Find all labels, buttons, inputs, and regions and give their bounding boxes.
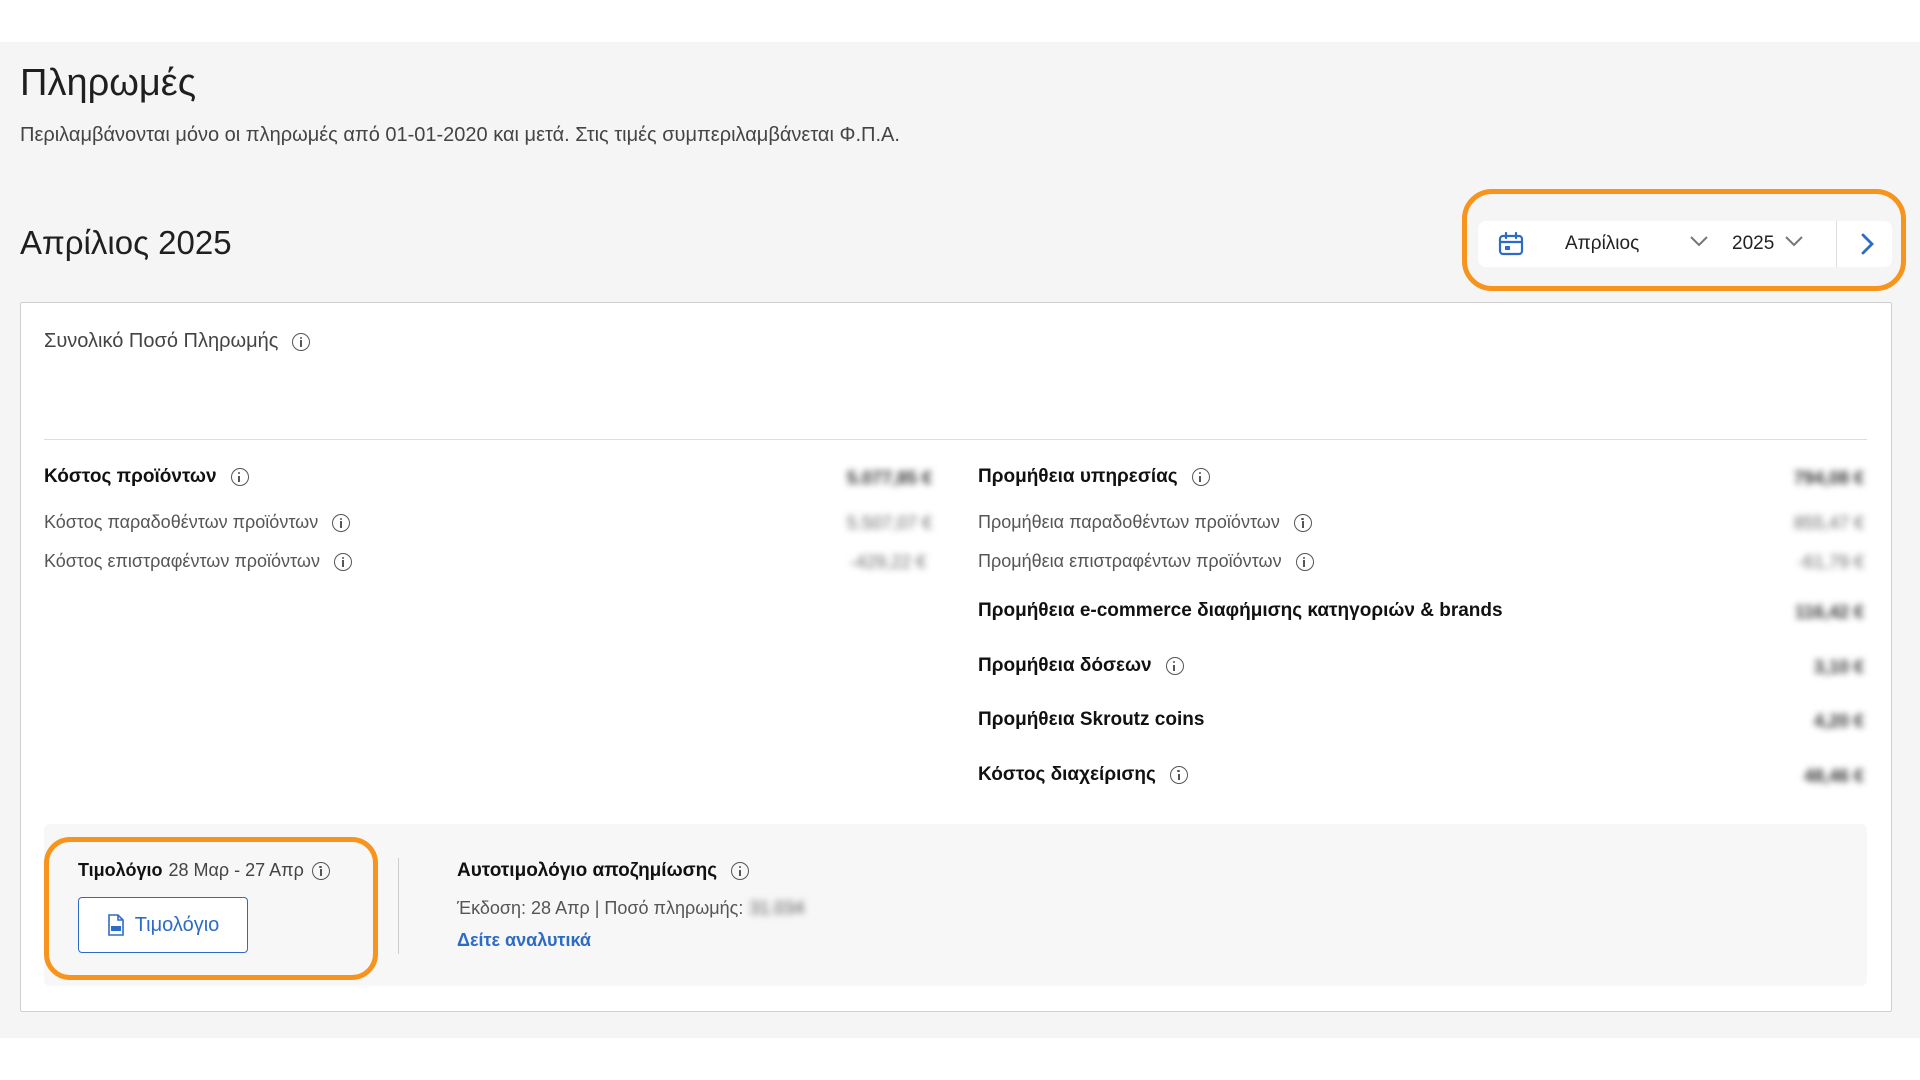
info-icon[interactable] — [332, 513, 351, 532]
installments-fee-row: Προμήθεια δόσεων — [978, 655, 1184, 677]
coins-fee-amount: 4,20 € — [1813, 711, 1864, 731]
delivered-fee-row: Προμήθεια παραδοθέντων προϊόντων — [978, 512, 1312, 533]
self-invoice-amount: 31.034 — [749, 898, 805, 918]
installments-fee-amount: 3,10 € — [1813, 657, 1864, 677]
info-icon[interactable] — [292, 332, 311, 351]
coins-fee-row: Προμήθεια Skroutz coins — [978, 709, 1205, 730]
handling-cost-amount: 48,46 € — [1803, 766, 1864, 786]
info-icon[interactable] — [230, 468, 249, 486]
page-title: Πληρωμές — [20, 62, 197, 104]
info-icon[interactable] — [1169, 766, 1188, 784]
service-fee-amount: 794,08 € — [1793, 468, 1864, 488]
total-amount-label: Συνολικό Ποσό Πληρωμής — [44, 330, 311, 353]
info-icon[interactable] — [1295, 552, 1314, 571]
ecommerce-ads-fee-amount: 116,42 € — [1794, 602, 1864, 622]
info-icon[interactable] — [333, 552, 352, 571]
self-invoice-issue-info: Έκδοση: 28 Απρ | Ποσό πληρωμής: 31.034 — [457, 898, 805, 918]
info-icon[interactable] — [1191, 468, 1210, 486]
divider — [44, 439, 1867, 440]
delivered-cost-row: Κόστος παραδοθέντων προϊόντων — [44, 512, 351, 533]
returned-fee-amount: -61,79 € — [1797, 552, 1864, 572]
info-icon[interactable] — [731, 862, 750, 880]
returned-cost-row: Κόστος επιστραφέντων προϊόντων — [44, 551, 352, 572]
delivered-fee-amount: 855,47 € — [1793, 513, 1864, 533]
vertical-divider — [398, 858, 399, 954]
delivered-cost-amount: 5.507,07 € — [846, 513, 932, 533]
self-invoice-label: Αυτοτιμολόγιο αποζημίωσης — [457, 860, 750, 882]
info-icon[interactable] — [1165, 657, 1184, 675]
returned-cost-amount: -429,22 € — [849, 552, 926, 572]
product-cost-row: Κόστος προϊόντων — [44, 466, 249, 488]
product-cost-amount: 5.077,85 € — [846, 468, 932, 488]
info-icon[interactable] — [1293, 513, 1312, 532]
service-fee-row: Προμήθεια υπηρεσίας — [978, 466, 1210, 488]
returned-fee-row: Προμήθεια επιστραφέντων προϊόντων — [978, 551, 1314, 572]
ecommerce-ads-fee-row: Προμήθεια e-commerce διαφήμισης κατηγορι… — [978, 600, 1503, 621]
picker-highlight — [1462, 189, 1906, 291]
period-title: Απρίλιος 2025 — [20, 224, 232, 261]
view-details-link[interactable]: Δείτε αναλυτικά — [457, 930, 591, 951]
invoice-highlight — [44, 837, 378, 980]
page-subtitle: Περιλαμβάνονται μόνο οι πληρωμές από 01-… — [20, 124, 900, 146]
handling-cost-row: Κόστος διαχείρισης — [978, 764, 1188, 786]
